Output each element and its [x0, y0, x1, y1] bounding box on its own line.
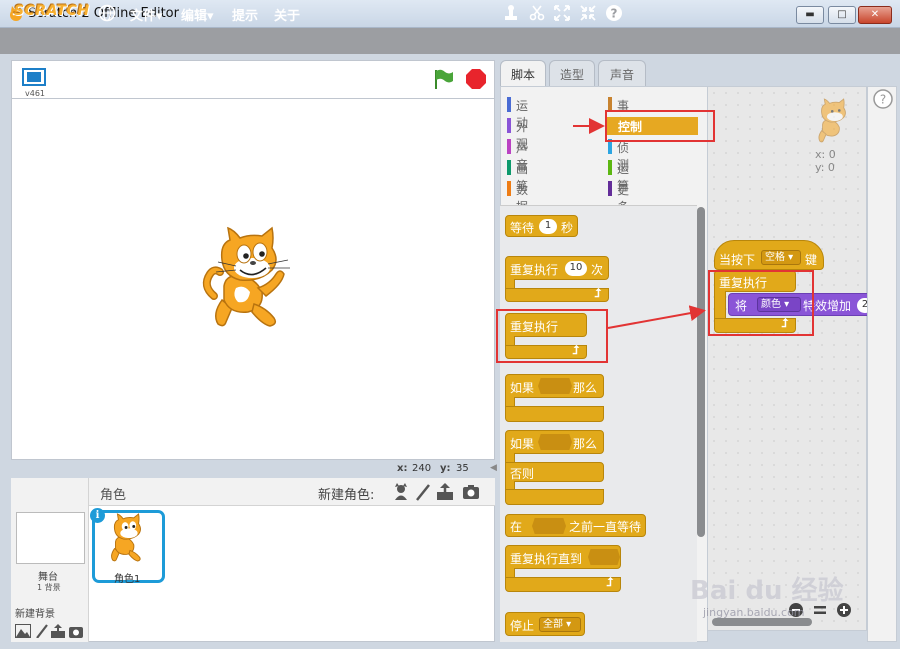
tab-sounds[interactable]: 声音 — [598, 60, 646, 87]
more-blocks-color-swatch — [608, 181, 612, 196]
block-repeat-until[interactable]: 重复执行直到 — [505, 545, 621, 569]
annotation-box-forever-block — [496, 309, 608, 363]
stage-header — [11, 60, 495, 98]
sprite-name-label: 角色1 — [114, 574, 141, 585]
scripts-area[interactable] — [707, 86, 867, 631]
upload-sprite-icon[interactable] — [436, 483, 454, 501]
stage-backdrop-count: 1 背景 — [37, 583, 61, 592]
tab-scripts[interactable]: 脚本 — [500, 60, 546, 87]
if-else-condition-slot[interactable] — [538, 434, 572, 450]
block-if-then[interactable]: 如果 那么 — [505, 374, 604, 398]
scripts-horizontal-scrollbar[interactable] — [712, 618, 812, 626]
repeat-count-input[interactable]: 10 — [565, 261, 587, 276]
edit-menu[interactable]: 编辑▾ — [181, 5, 214, 24]
paint-backdrop-icon[interactable] — [34, 624, 50, 638]
annotation-box-control-category — [605, 110, 715, 142]
sprite-list-header — [89, 478, 495, 506]
operators-color-swatch — [608, 160, 612, 175]
right-side-panel — [867, 86, 897, 642]
sprite-y-readout: y: 0 — [815, 161, 835, 174]
backdrop-library-icon[interactable] — [15, 624, 31, 638]
script-hat-when-key-pressed[interactable]: 当按下 空格 ▾ 键 — [714, 240, 824, 270]
block-repeat-times[interactable]: 重复执行 10 次 — [505, 256, 609, 280]
version-label: v461 — [25, 89, 46, 98]
if-condition-slot[interactable] — [538, 378, 572, 394]
globe-language-icon[interactable] — [98, 4, 116, 22]
pen-color-swatch — [507, 160, 511, 175]
wait-seconds-input[interactable]: 1 — [539, 219, 557, 234]
if-else-footer — [505, 489, 604, 505]
stage-thumbnail[interactable] — [16, 512, 85, 564]
presentation-mode-icon[interactable] — [22, 68, 46, 86]
green-flag-icon[interactable] — [432, 68, 454, 90]
data-color-swatch — [507, 181, 511, 196]
looks-color-swatch — [507, 118, 511, 133]
stamp-icon[interactable] — [502, 4, 520, 22]
motion-color-swatch — [507, 97, 511, 112]
minimize-button[interactable]: ▬ — [796, 6, 824, 24]
shrink-icon[interactable] — [579, 4, 597, 22]
mouse-y-label: y: — [440, 463, 451, 474]
mouse-x-label: x: — [397, 463, 408, 474]
wait-until-condition-slot[interactable] — [532, 518, 566, 534]
baidu-watermark-url: jingyan.baidu.com — [703, 606, 805, 619]
sprite-info-icon[interactable]: i — [90, 508, 105, 523]
annotation-box-script-forever — [708, 270, 814, 336]
hat-key-dropdown[interactable]: 空格 ▾ — [761, 250, 801, 265]
paint-new-sprite-icon[interactable] — [414, 483, 432, 501]
block-wait-seconds[interactable]: 等待 1 秒 — [505, 215, 578, 237]
current-sprite-thumbnail — [818, 98, 846, 143]
else-bar: 否则 — [505, 462, 604, 482]
help-circle-icon[interactable]: ? — [605, 4, 623, 22]
menu-bar — [0, 28, 900, 54]
collapse-stage-arrow-icon[interactable]: ◀ — [490, 463, 498, 473]
repeat-footer: ⮥ — [505, 286, 609, 302]
sprites-title: 角色 — [100, 488, 127, 503]
block-stop[interactable]: 停止 全部 ▾ — [505, 612, 585, 636]
block-if-else[interactable]: 如果 那么 — [505, 430, 604, 454]
repeat-until-footer: ⮥ — [505, 575, 621, 592]
mouse-x-value: 240 — [412, 463, 432, 474]
repeat-until-condition-slot[interactable] — [588, 549, 620, 565]
camera-sprite-icon[interactable] — [462, 483, 480, 501]
help-question-icon[interactable]: ? — [872, 88, 894, 110]
scratch-logo[interactable]: SCRATCH — [14, 3, 90, 19]
stop-option-dropdown[interactable]: 全部 ▾ — [539, 617, 581, 632]
palette-scrollbar[interactable] — [697, 207, 705, 537]
new-sprite-label: 新建角色: — [318, 488, 375, 503]
choose-sprite-from-library-icon[interactable] — [392, 483, 410, 501]
if-footer — [505, 406, 604, 422]
grow-icon[interactable] — [553, 4, 571, 22]
sprite-x-readout: x: 0 — [815, 148, 836, 161]
cat-sprite[interactable] — [200, 226, 300, 330]
new-backdrop-label: 新建背景 — [15, 609, 55, 620]
svg-text:?: ? — [880, 93, 886, 107]
stage-label: 舞台 — [38, 572, 58, 583]
sound-color-swatch — [507, 139, 511, 154]
baidu-watermark: Bai du 经验 — [690, 576, 844, 606]
maximize-button[interactable]: □ — [828, 6, 856, 24]
stop-sign-icon[interactable] — [465, 68, 487, 90]
camera-backdrop-icon[interactable] — [68, 624, 84, 638]
block-wait-until[interactable]: 在 之前一直等待 — [505, 514, 646, 537]
file-menu[interactable]: 文件▾ — [130, 5, 163, 24]
about-menu[interactable]: 关于 — [274, 5, 300, 24]
upload-backdrop-icon[interactable] — [50, 624, 66, 638]
cut-icon[interactable] — [528, 4, 546, 22]
svg-text:?: ? — [611, 7, 618, 21]
tips-menu[interactable]: 提示 — [232, 5, 258, 24]
close-window-button[interactable]: ✕ — [858, 6, 892, 24]
mouse-y-value: 35 — [456, 463, 469, 474]
tab-costumes[interactable]: 造型 — [549, 60, 595, 87]
sprite-thumbnail-cat — [111, 513, 141, 562]
